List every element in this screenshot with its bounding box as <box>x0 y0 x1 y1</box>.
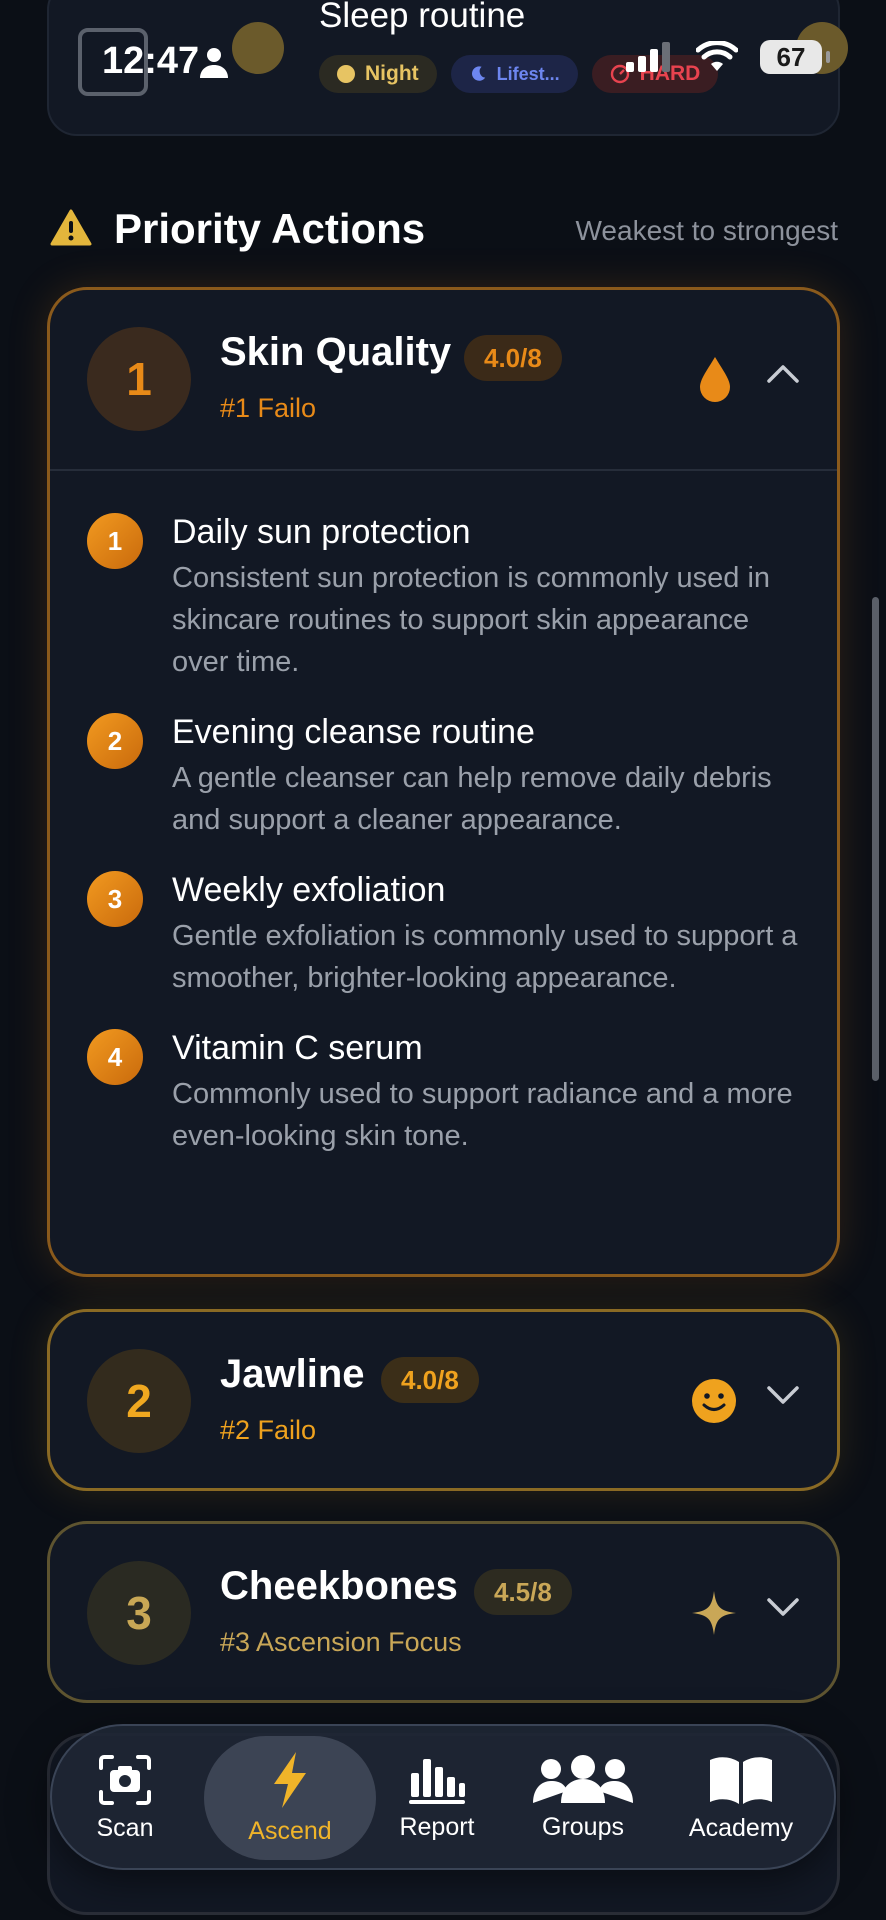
status-right: 67 <box>626 40 830 74</box>
step-title: Evening cleanse routine <box>172 713 535 751</box>
section-subtitle: Weakest to strongest <box>575 215 839 246</box>
lightning-icon <box>274 1751 306 1808</box>
card-divider <box>50 469 837 471</box>
sparkle-icon <box>692 1591 736 1635</box>
action-steps: 1 Daily sun protection Consistent sun pr… <box>87 510 807 1184</box>
step-number: 4 <box>87 1029 143 1085</box>
step-title: Weekly exfoliation <box>172 871 446 909</box>
priority-score: 4.0/8 <box>381 1357 479 1403</box>
tab-ascend-label: Ascend <box>248 1816 332 1845</box>
priority-name: Skin Quality <box>220 330 452 374</box>
chevron-down-icon[interactable] <box>766 1596 800 1618</box>
routine-avatar-icon <box>232 22 284 74</box>
routine-title: Sleep routine <box>319 0 526 35</box>
priority-card-skin-quality[interactable]: 1 Skin Quality 4.0/8 #1 Failo 1 Daily su… <box>47 287 840 1277</box>
step-number: 3 <box>87 871 143 927</box>
tab-academy[interactable]: Academy <box>678 1736 804 1860</box>
chip-lifestyle-label: Lifest... <box>496 63 560 84</box>
smiley-icon <box>692 1379 736 1423</box>
tab-report[interactable]: Report <box>382 1736 492 1860</box>
step-description: Gentle exfoliation is commonly used to s… <box>172 920 798 994</box>
step-number: 2 <box>87 713 143 769</box>
tab-groups[interactable]: Groups <box>522 1736 644 1860</box>
bar-chart-icon <box>409 1758 465 1804</box>
tab-groups-label: Groups <box>542 1812 624 1841</box>
chip-night-label: Night <box>365 62 419 85</box>
step-title: Daily sun protection <box>172 513 471 551</box>
priority-name: Cheekbones <box>220 1564 458 1608</box>
rank-badge: 3 <box>87 1561 191 1665</box>
chevron-down-icon[interactable] <box>766 1384 800 1406</box>
step-title: Vitamin C serum <box>172 1029 423 1067</box>
priority-tag: #2 Failo <box>220 1415 317 1445</box>
step-description: A gentle cleanser can help remove daily … <box>172 762 772 836</box>
chip-night: Night <box>319 55 437 93</box>
tab-report-label: Report <box>399 1812 475 1841</box>
action-step: 2 Evening cleanse routine A gentle clean… <box>87 710 807 841</box>
battery-level: 67 <box>776 41 806 72</box>
clock-icon <box>337 65 355 83</box>
wifi-icon <box>696 41 738 71</box>
step-description: Consistent sun protection is commonly us… <box>172 562 771 678</box>
bottom-tab-bar: Scan Ascend Report Groups Academy <box>50 1724 836 1870</box>
moon-icon <box>471 66 485 81</box>
people-icon <box>533 1754 633 1803</box>
priority-name: Jawline <box>220 1352 365 1396</box>
action-step: 1 Daily sun protection Consistent sun pr… <box>87 510 807 683</box>
priority-score: 4.5/8 <box>474 1569 572 1615</box>
warning-icon <box>50 209 92 246</box>
camera-icon <box>99 1754 151 1805</box>
section-header: Priority Actions Weakest to strongest <box>50 205 840 255</box>
priority-card-cheekbones[interactable]: 3 Cheekbones 4.5/8 #3 Ascension Focus <box>47 1521 840 1703</box>
tab-scan[interactable]: Scan <box>72 1736 178 1860</box>
droplet-icon <box>700 357 730 402</box>
rank-badge: 2 <box>87 1349 191 1453</box>
priority-score: 4.0/8 <box>464 335 562 381</box>
book-icon <box>710 1756 772 1804</box>
priority-tag: #1 Failo <box>220 393 317 423</box>
tab-scan-label: Scan <box>96 1813 154 1842</box>
step-number: 1 <box>87 513 143 569</box>
chip-lifestyle: Lifest... <box>450 55 578 93</box>
tab-academy-label: Academy <box>688 1813 794 1842</box>
status-time-box: 12:47 <box>78 28 199 96</box>
step-description: Commonly used to support radiance and a … <box>172 1078 793 1152</box>
action-step: 3 Weekly exfoliation Gentle exfoliation … <box>87 868 807 999</box>
signal-icon <box>626 42 670 72</box>
rank-badge: 1 <box>87 327 191 431</box>
scrollbar[interactable] <box>872 597 879 1081</box>
priority-tag: #3 Ascension Focus <box>220 1627 462 1657</box>
action-step: 4 Vitamin C serum Commonly used to suppo… <box>87 1026 807 1157</box>
status-time: 12:47 <box>102 40 200 82</box>
tab-ascend[interactable]: Ascend <box>204 1736 376 1860</box>
person-icon <box>200 48 228 78</box>
priority-card-jawline[interactable]: 2 Jawline 4.0/8 #2 Failo <box>47 1309 840 1491</box>
chevron-up-icon[interactable] <box>766 362 800 384</box>
section-title: Priority Actions <box>114 205 426 252</box>
battery-icon: 67 <box>760 40 830 74</box>
